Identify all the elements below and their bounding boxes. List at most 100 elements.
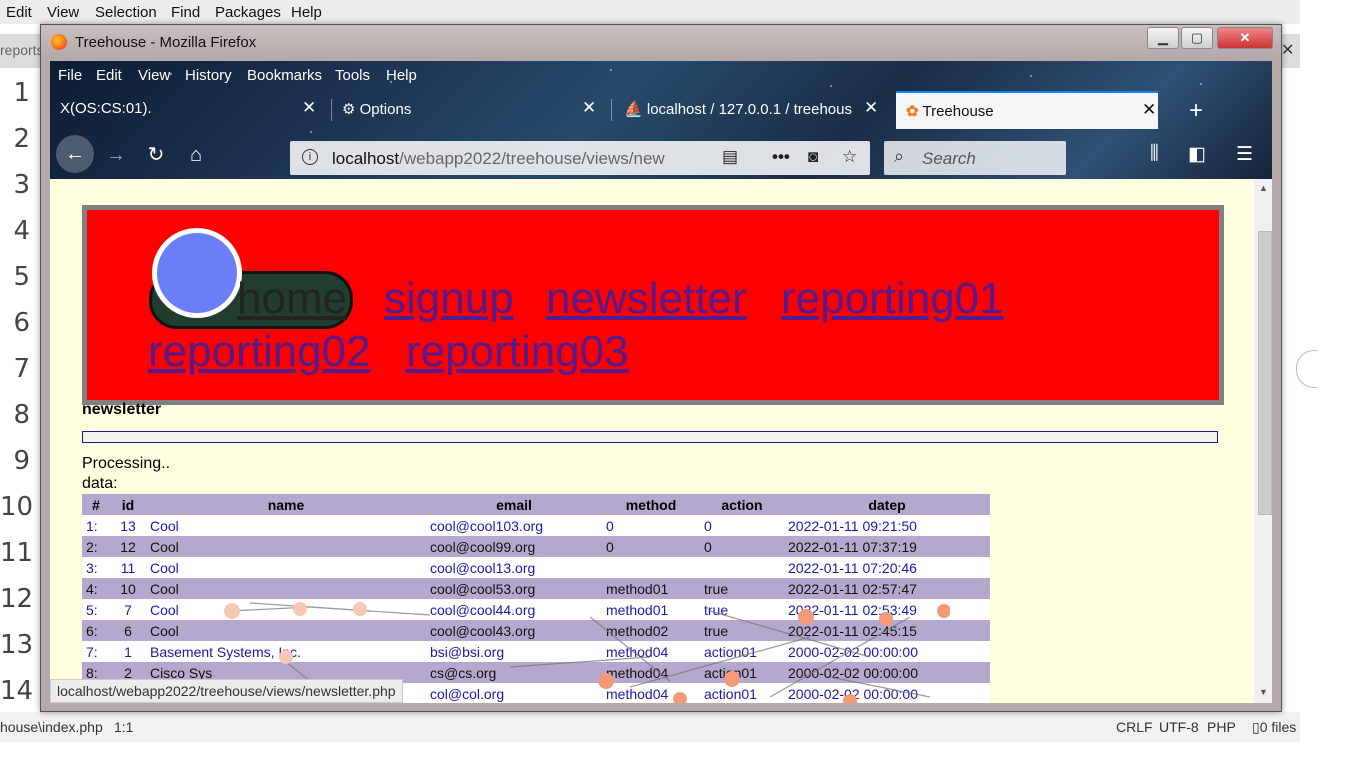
new-tab-button[interactable]: +: [1180, 95, 1212, 127]
table-cell: cool@cool44.org: [426, 599, 602, 620]
table-cell: 1:: [82, 515, 110, 536]
col-header: #: [82, 494, 110, 515]
bookmark-star-icon[interactable]: ☆: [842, 147, 857, 167]
menu-tools[interactable]: Tools: [335, 67, 370, 84]
menu-hamburger-icon[interactable]: ☰: [1236, 143, 1253, 166]
data-label: data:: [82, 475, 118, 492]
maximize-button[interactable]: ▢: [1181, 27, 1213, 49]
table-cell: Cool: [146, 599, 426, 620]
nav-banner: home signup newsletter reporting01 repor…: [82, 205, 1224, 405]
table-cell: 0: [602, 536, 700, 557]
menu-history[interactable]: History: [185, 67, 232, 84]
table-cell: method04: [602, 641, 700, 662]
editor-side-handle[interactable]: [1296, 350, 1317, 388]
table-cell: method01: [602, 578, 700, 599]
table-cell: true: [700, 599, 784, 620]
tab-close-icon[interactable]: ✕: [582, 98, 596, 118]
table-row: 1: 13 Cool cool@cool103.org 0 0 2022-01-11 09:…: [82, 515, 990, 536]
tab-xoscs01[interactable]: X(OS:CS:01). ✕: [50, 91, 330, 127]
editor-tab-reports[interactable]: reports: [0, 42, 44, 58]
table-cell: 10: [110, 578, 146, 599]
status-cursor-position[interactable]: 1:1: [114, 719, 133, 735]
editor-close-icon[interactable]: ✕: [1281, 40, 1294, 60]
nav-reporting02-link[interactable]: reporting02: [148, 327, 371, 377]
nav-newsletter-link[interactable]: newsletter: [546, 274, 747, 324]
tab-treehouse[interactable]: ✿ Treehouse ✕: [896, 91, 1158, 129]
table-cell: 2022-01-11 02:53:49: [784, 599, 990, 620]
info-icon[interactable]: i: [302, 149, 318, 165]
table-cell: 7: [110, 599, 146, 620]
table-cell: action01: [700, 683, 784, 703]
table-cell: 13: [110, 515, 146, 536]
table-cell: bsi@bsi.org: [426, 641, 602, 662]
editor-menu-help[interactable]: Help: [291, 4, 322, 21]
status-line-ending[interactable]: CRLF: [1116, 719, 1153, 735]
page-actions-icon[interactable]: •••: [772, 147, 790, 167]
tab-close-icon[interactable]: ✕: [1142, 100, 1156, 120]
nav-signup-link[interactable]: signup: [384, 274, 514, 324]
scrollbar-thumb[interactable]: [1258, 231, 1272, 515]
browser-chrome: File Edit View History Bookmarks Tools H…: [50, 61, 1272, 179]
line-number: 5: [13, 262, 30, 292]
table-cell: 0: [700, 536, 784, 557]
status-file-path[interactable]: house\index.php: [0, 719, 103, 735]
search-input[interactable]: ⌕ Search: [884, 141, 1066, 175]
forward-button[interactable]: →: [100, 139, 132, 171]
tab-phpmyadmin[interactable]: ⛵ localhost / 127.0.0.1 / treehous ✕: [612, 91, 890, 127]
menu-file[interactable]: File: [58, 67, 82, 84]
reload-icon[interactable]: ↻: [140, 139, 172, 171]
newsletter-table: # id name email method action datep 1: 13…: [82, 494, 990, 703]
status-encoding[interactable]: UTF-8: [1159, 719, 1199, 735]
tab-close-icon[interactable]: ✕: [864, 98, 878, 118]
tab-close-icon[interactable]: ✕: [302, 98, 316, 118]
table-cell: 2022-01-11 07:20:46: [784, 557, 990, 578]
editor-menu-edit[interactable]: Edit: [6, 4, 32, 21]
close-window-button[interactable]: ✕: [1217, 27, 1273, 49]
pocket-icon[interactable]: ◙: [808, 147, 818, 167]
nav-reporting03-link[interactable]: reporting03: [406, 327, 629, 377]
menu-help[interactable]: Help: [386, 67, 417, 84]
line-number: 8: [13, 400, 30, 430]
library-icon[interactable]: ⫼: [1150, 143, 1159, 165]
menu-edit[interactable]: Edit: [96, 67, 122, 84]
line-number: 7: [13, 354, 30, 384]
editor-menu-packages[interactable]: Packages: [215, 4, 281, 21]
home-icon[interactable]: ⌂: [180, 139, 212, 171]
status-files[interactable]: ▯0 files: [1252, 719, 1296, 736]
table-cell: Cool: [146, 536, 426, 557]
nav-reporting01-link[interactable]: reporting01: [781, 274, 1004, 324]
col-header: datep: [784, 494, 990, 515]
table-cell: cool@cool99.org: [426, 536, 602, 557]
table-cell: cool@cool13.org: [426, 557, 602, 578]
link-status-overlay: localhost/webapp2022/treehouse/views/new…: [50, 679, 403, 703]
table-cell: 2022-01-11 09:21:50: [784, 515, 990, 536]
line-number: 3: [13, 170, 30, 200]
tab-label: X(OS:CS:01).: [60, 100, 152, 117]
table-cell: Cool: [146, 515, 426, 536]
processing-text: Processing..: [82, 455, 171, 472]
reader-view-icon[interactable]: ▤: [722, 147, 738, 167]
menu-view[interactable]: View: [138, 67, 170, 84]
scroll-up-icon[interactable]: ▲: [1259, 183, 1268, 193]
file-icon: ▯: [1252, 719, 1260, 735]
status-grammar[interactable]: PHP: [1207, 719, 1236, 735]
table-cell: Basement Systems, Inc.: [146, 641, 426, 662]
page-scrollbar[interactable]: ▲ ▼: [1254, 179, 1272, 703]
back-button[interactable]: ←: [56, 135, 94, 173]
scroll-down-icon[interactable]: ▼: [1259, 687, 1268, 697]
minimize-button[interactable]: ▁: [1147, 27, 1179, 49]
line-number: 14: [0, 676, 34, 706]
nav-home-link[interactable]: home: [237, 274, 347, 324]
editor-menu-view[interactable]: View: [47, 4, 79, 21]
sidebar-icon[interactable]: ◧: [1188, 143, 1206, 166]
editor-menu-find[interactable]: Find: [171, 4, 200, 21]
window-title: Treehouse - Mozilla Firefox: [75, 34, 257, 51]
table-cell: true: [700, 578, 784, 599]
line-number: 10: [0, 492, 34, 522]
editor-menu-selection[interactable]: Selection: [95, 4, 157, 21]
table-cell: method02: [602, 620, 700, 641]
menu-bookmarks[interactable]: Bookmarks: [247, 67, 322, 84]
url-bar[interactable]: i localhost/webapp2022/treehouse/views/n…: [290, 141, 870, 175]
table-cell: Cool: [146, 578, 426, 599]
tab-options[interactable]: ⚙ Options ✕: [332, 91, 610, 127]
